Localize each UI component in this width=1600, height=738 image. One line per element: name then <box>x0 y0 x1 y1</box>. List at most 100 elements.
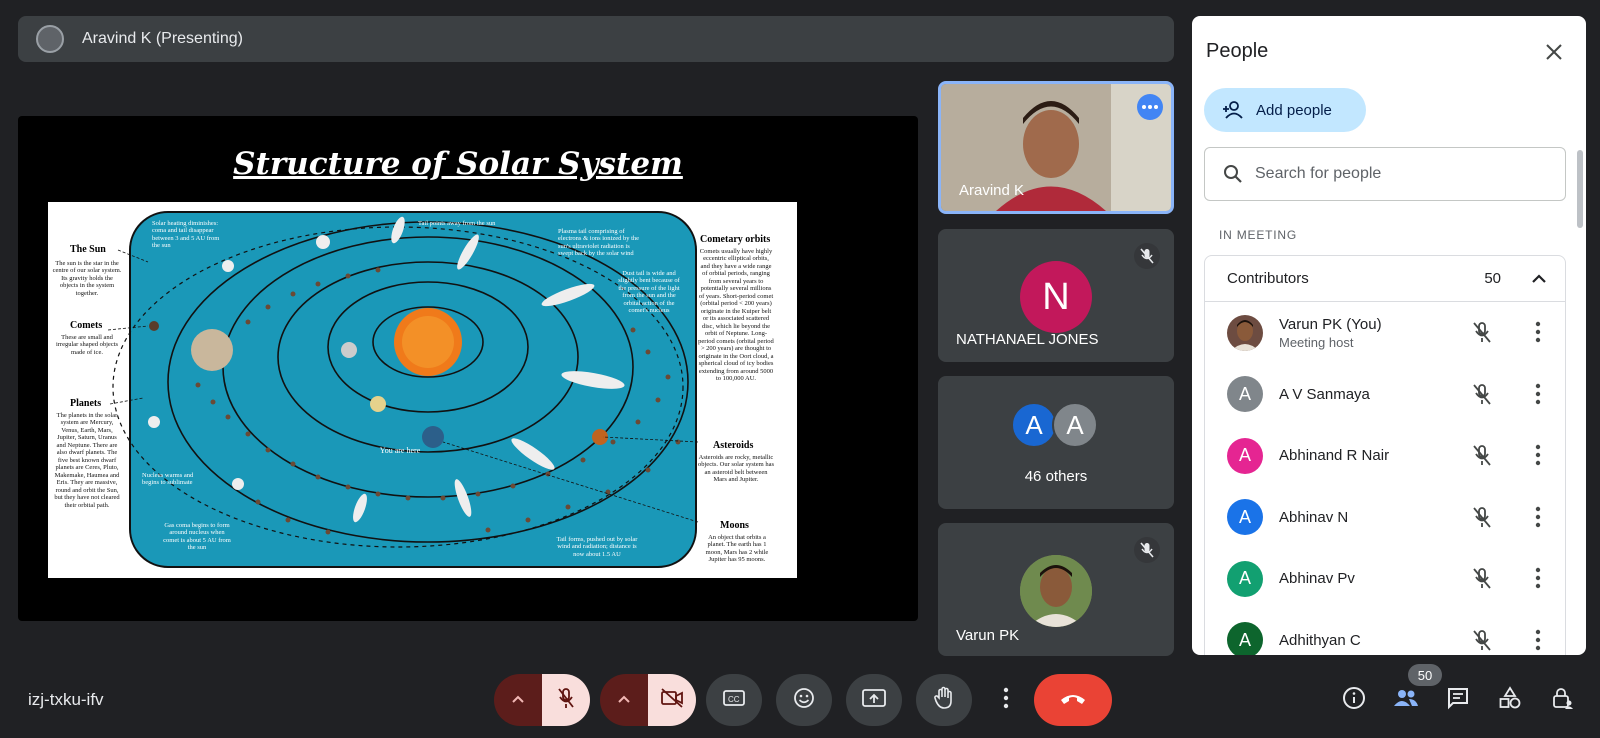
participant-name: Abhinav N <box>1279 508 1349 526</box>
meeting-details-button[interactable] <box>1340 686 1368 714</box>
shared-screen: Structure of Solar System The Sun The su… <box>18 116 918 621</box>
hand-icon <box>934 686 954 715</box>
people-list: Varun PK (You) Meeting host A A V Sanmaya A A… <box>1205 302 1565 655</box>
more-options-button[interactable] <box>992 674 1020 726</box>
avatar: A <box>1227 437 1263 474</box>
participant-name: Adhithyan C <box>1279 631 1361 649</box>
participant-text: Abhinav N <box>1279 509 1348 526</box>
label-comets: Comets <box>70 320 103 331</box>
participant-text: Adhithyan C <box>1279 632 1361 649</box>
label-sun: The Sun <box>70 244 106 255</box>
microphone-toggle[interactable] <box>542 674 590 726</box>
participant-name: Varun PK (You) <box>1279 315 1382 333</box>
more-vertical-icon[interactable] <box>1535 567 1541 594</box>
more-vertical-icon[interactable] <box>1535 321 1541 348</box>
emoji-icon <box>793 687 815 714</box>
participant-row[interactable]: A Abhinav N <box>1205 487 1565 549</box>
chevron-up-icon <box>511 691 525 709</box>
more-vertical-icon[interactable] <box>1535 506 1541 533</box>
more-vertical-icon[interactable] <box>1535 444 1541 471</box>
others-label: 46 others <box>1024 468 1088 485</box>
participant-name: Abhinand R Nair <box>1279 447 1390 465</box>
presenter-bar: Aravind K (Presenting) <box>18 16 1174 62</box>
participant-row[interactable]: A Adhithyan C <box>1205 610 1565 656</box>
present-icon <box>862 688 886 713</box>
more-options-icon[interactable] <box>1137 94 1163 120</box>
meeting-code: izj-txku-ifv <box>28 690 104 709</box>
label-solar-heating: Solar heating diminishes: coma and tail … <box>152 220 220 250</box>
participant-tile-nathanael[interactable]: N NATHANAEL JONES <box>938 229 1174 362</box>
mic-off-icon[interactable] <box>1471 321 1493 350</box>
people-icon <box>1393 688 1419 713</box>
raise-hand-button[interactable] <box>916 674 972 726</box>
mic-off-icon <box>1134 537 1160 563</box>
add-people-label: Add people <box>1256 101 1332 119</box>
people-panel: People Add people IN MEETING Contributor… <box>1192 16 1586 655</box>
avatar: N <box>1020 261 1092 333</box>
search-icon <box>1223 164 1243 184</box>
close-icon[interactable] <box>1542 40 1566 64</box>
participant-text: Varun PK (You) Meeting host <box>1279 316 1382 350</box>
activities-icon <box>1498 685 1522 715</box>
presenter-avatar <box>36 25 64 53</box>
participant-name: A V Sanmaya <box>1279 385 1370 403</box>
chevron-up-icon[interactable] <box>1529 269 1549 293</box>
panel-title: People <box>1206 40 1269 62</box>
mic-off-icon <box>1134 243 1160 269</box>
more-vertical-icon <box>1003 687 1009 714</box>
activities-button[interactable] <box>1496 685 1524 715</box>
participant-row[interactable]: A A V Sanmaya <box>1205 364 1565 426</box>
participant-name: Abhinav Pv <box>1279 570 1355 588</box>
label-gas-coma: Gas coma begins to form around nucleus w… <box>163 522 231 552</box>
label-asteroids: Asteroids <box>713 440 754 451</box>
audio-options-button[interactable] <box>494 674 542 726</box>
mic-off-icon[interactable] <box>1471 567 1493 596</box>
section-heading: IN MEETING <box>1219 228 1298 242</box>
participant-text: A V Sanmaya <box>1279 386 1370 403</box>
participant-tile-varun[interactable]: Varun PK <box>938 523 1174 656</box>
people-button[interactable] <box>1392 686 1420 714</box>
camera-off-icon <box>660 687 684 713</box>
participant-row[interactable]: A Abhinav Pv <box>1205 548 1565 610</box>
mic-off-icon[interactable] <box>1471 383 1493 412</box>
chat-button[interactable] <box>1444 686 1472 714</box>
end-call-icon <box>1059 691 1087 710</box>
present-screen-button[interactable] <box>846 674 902 726</box>
search-box[interactable] <box>1204 147 1566 201</box>
chat-icon <box>1446 686 1470 715</box>
add-people-button[interactable]: Add people <box>1204 88 1366 132</box>
panel-scrollbar[interactable] <box>1577 150 1583 228</box>
participant-row[interactable]: Varun PK (You) Meeting host <box>1205 302 1565 364</box>
info-icon <box>1342 686 1366 715</box>
reactions-button[interactable] <box>776 674 832 726</box>
tile-name: Aravind K <box>959 182 1025 199</box>
label-plasma-tail: Plasma tail comprising of electrons & io… <box>558 228 640 258</box>
contributors-section: Contributors 50 Varun PK (You) Meeting ho… <box>1204 255 1566 655</box>
mic-off-icon[interactable] <box>1471 629 1493 656</box>
mic-off-icon[interactable] <box>1471 444 1493 473</box>
participant-tile-aravind[interactable]: Aravind K <box>938 81 1174 214</box>
camera-toggle[interactable] <box>648 674 696 726</box>
participant-row[interactable]: A Abhinand R Nair <box>1205 425 1565 487</box>
host-controls-button[interactable] <box>1548 686 1576 714</box>
avatar: A <box>1227 376 1263 413</box>
more-vertical-icon[interactable] <box>1535 383 1541 410</box>
text-planets: The planets in the solar system are Merc… <box>54 412 120 509</box>
mic-off-icon[interactable] <box>1471 506 1493 535</box>
more-vertical-icon[interactable] <box>1535 629 1541 656</box>
label-moons: Moons <box>720 520 749 531</box>
lock-person-icon <box>1550 686 1574 715</box>
text-comets: These are small and irregular shaped obj… <box>55 334 119 356</box>
chevron-up-icon <box>617 691 631 709</box>
contributors-header[interactable]: Contributors 50 <box>1205 256 1565 302</box>
leave-call-button[interactable] <box>1034 674 1112 726</box>
search-input[interactable] <box>1255 165 1535 183</box>
label-tail-forms: Tail forms, pushed out by solar wind and… <box>556 536 638 558</box>
captions-button[interactable]: CC <box>706 674 762 726</box>
participant-tile-others[interactable]: A A 46 others <box>938 376 1174 509</box>
label-cometary-orbits: Cometary orbits <box>700 234 771 245</box>
slide-title: Structure of Solar System <box>233 146 683 182</box>
contributors-count: 50 <box>1484 270 1501 287</box>
video-options-button[interactable] <box>600 674 648 726</box>
avatar: A <box>1227 560 1263 597</box>
